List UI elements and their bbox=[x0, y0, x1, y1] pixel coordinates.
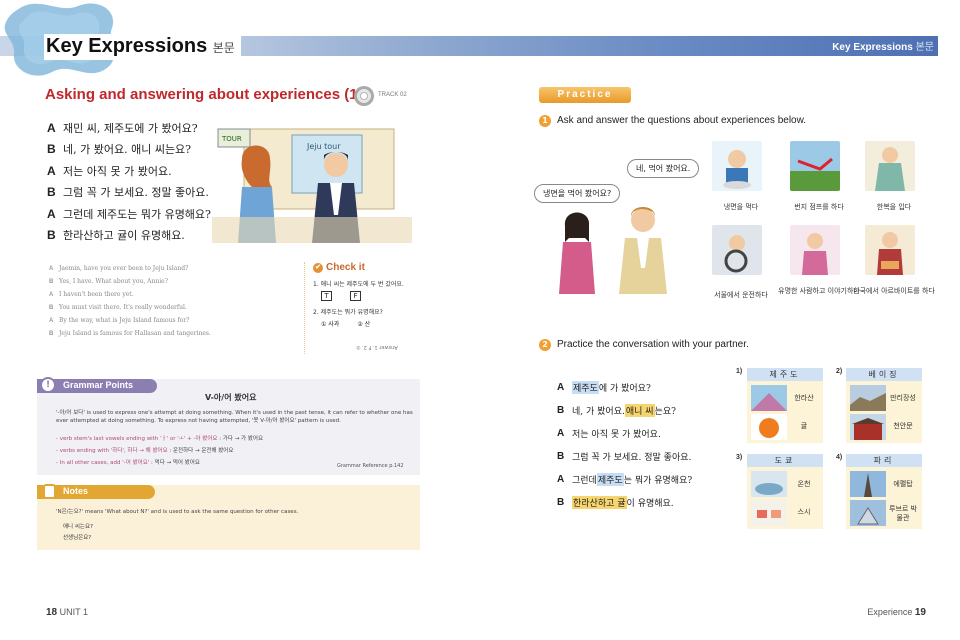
translation-line: B Yes, I have. What about you, Annie? bbox=[49, 278, 168, 285]
grammar-heading: V-아/어 봤어요 bbox=[205, 393, 257, 402]
eiffel-tower-image bbox=[850, 471, 886, 497]
checkmark-icon: ✔ bbox=[313, 262, 323, 273]
activity-label: 서울에서 운전하다 bbox=[714, 291, 768, 299]
translation-line: AI haven't been there yet. bbox=[49, 291, 134, 298]
translation-line: B You must visit there. It's really wonde… bbox=[49, 304, 187, 311]
hot-spring-image bbox=[751, 471, 787, 497]
panel-place: 파리 bbox=[846, 454, 922, 467]
step-2-badge: 2 bbox=[539, 339, 551, 351]
grammar-label: Grammar Points bbox=[63, 380, 134, 390]
activity-label: 한복을 입다 bbox=[876, 203, 912, 211]
activity-label: 냉면을 먹다 bbox=[723, 203, 759, 211]
panel-beijing: 베이징 만리장성 천안문 bbox=[846, 368, 922, 443]
translation-line: A Jaemin, have you ever been to Jeju Isla… bbox=[49, 265, 189, 272]
lightbulb-icon: ! bbox=[40, 377, 56, 393]
false-option[interactable]: F bbox=[350, 291, 361, 301]
english-translation: A Jaemin, have you ever been to Jeju Isla… bbox=[49, 262, 289, 340]
tiananmen-image bbox=[850, 414, 886, 440]
activity-label: 한국에서 아르바이트를 하다 bbox=[853, 287, 935, 295]
notes-example: 선생님은요? bbox=[63, 535, 92, 541]
check-question-1: 1. 애니 씨는 제주도에 두 번 갔어요. bbox=[313, 281, 404, 288]
pair-line: B 네, 가 봤어요. 애니 씨 는요? bbox=[557, 404, 676, 417]
grammar-explanation: '-아/어 보다' is used to express one's attem… bbox=[56, 410, 413, 424]
notepad-icon bbox=[43, 484, 56, 499]
panel-number: 3) bbox=[736, 454, 743, 461]
check-options-1: T F bbox=[313, 291, 420, 301]
panel-item: 루브르 박물관 bbox=[889, 505, 917, 522]
panel-number: 1) bbox=[736, 368, 743, 375]
panel-tokyo: 도쿄 온천 스시 bbox=[747, 454, 823, 529]
panel-item: 온천 bbox=[797, 480, 811, 488]
svg-text:TOUR: TOUR bbox=[221, 135, 242, 143]
check-it-title: ✔ Check it bbox=[313, 262, 420, 273]
louvre-image bbox=[850, 500, 886, 526]
svg-text:Jeju tour: Jeju tour bbox=[306, 142, 341, 151]
practice-instruction-2: Practice the conversation with your part… bbox=[557, 339, 749, 350]
grammar-points-box: ! Grammar Points V-아/어 봤어요 '-아/어 보다' is … bbox=[37, 377, 420, 475]
panel-item: 에펠탑 bbox=[893, 480, 913, 488]
option-mountain[interactable]: ② 산 bbox=[357, 319, 370, 328]
panel-item: 귤 bbox=[800, 422, 808, 430]
practice-tag: Practice bbox=[539, 87, 631, 103]
speech-bubble-answer: 네, 먹어 봤어요. bbox=[627, 159, 700, 178]
tangerine-image bbox=[751, 414, 787, 440]
panel-place: 도쿄 bbox=[747, 454, 823, 467]
translation-line: B Jeju Island is famous for Hallasan and … bbox=[49, 330, 211, 337]
driving-seoul-image bbox=[712, 225, 762, 275]
hanbok-image bbox=[865, 141, 915, 191]
bungee-jump-image bbox=[790, 141, 840, 191]
two-people-illustration bbox=[559, 207, 667, 294]
grammar-rule: - verbs ending with '하다', 하다 → 해 봤어요 : 운… bbox=[56, 448, 234, 454]
grammar-reference: Grammar Reference p.142 bbox=[337, 463, 404, 469]
panel-place: 제주도 bbox=[747, 368, 823, 381]
lesson-title: Asking and answering about experiences (… bbox=[45, 86, 363, 103]
eating-naengmyeon-image bbox=[712, 141, 762, 191]
pair-dialog: A 제주도 에 가 봤어요? B 네, 가 봤어요. 애니 씨 는요? A 저는 아직 못… bbox=[557, 376, 729, 514]
practice-instruction-1: Ask and answer the questions about exper… bbox=[557, 115, 807, 126]
panel-item: 만리장성 bbox=[890, 394, 916, 402]
page-header-title: Key Expressions 본문 bbox=[44, 34, 241, 60]
great-wall-image bbox=[850, 385, 886, 411]
sushi-image bbox=[751, 500, 787, 526]
page-header-right: Key Expressions 본문 bbox=[832, 42, 934, 53]
page-number-left: 18 UNIT 1 bbox=[46, 607, 88, 618]
notes-label: Notes bbox=[63, 486, 89, 496]
panel-place: 베이징 bbox=[846, 368, 922, 381]
panel-paris: 파리 에펠탑 루브르 박물관 bbox=[846, 454, 922, 529]
option-apple[interactable]: ① 사과 bbox=[321, 319, 339, 328]
panel-item: 천안문 bbox=[893, 422, 913, 430]
translation-line: A By the way, what is Jeju Island famous … bbox=[49, 317, 190, 324]
pair-line: B 한라산하고 귤이 유명해요. bbox=[557, 496, 674, 509]
panel-item: 한라산 bbox=[794, 394, 814, 402]
panel-jeju: 제주도 한라산 귤 bbox=[747, 368, 823, 443]
hallasan-image bbox=[751, 385, 787, 411]
check-question-2: 2. 제주도는 뭐가 유명해요? bbox=[313, 309, 383, 316]
answer-key: Answer 1. F 2. ② bbox=[356, 344, 398, 350]
travel-agency-illustration: Jeju tour TOUR bbox=[212, 128, 412, 243]
check-options-2: ① 사과 ② 산 bbox=[313, 319, 420, 328]
true-option[interactable]: T bbox=[321, 291, 332, 301]
panel-number: 2) bbox=[836, 368, 843, 375]
grammar-rule: - verb stem's last vowels ending with 'ㅏ… bbox=[56, 436, 264, 442]
notes-explanation: 'N은/는요?' means 'What about N?' and is us… bbox=[56, 509, 299, 515]
pair-line: A 제주도 에 가 봤어요? bbox=[557, 381, 651, 394]
check-it-box: ✔ Check it 1. 애니 씨는 제주도에 두 번 갔어요. T F 2.… bbox=[304, 262, 420, 354]
notes-example: 애니 씨는요? bbox=[63, 524, 93, 530]
part-time-job-image bbox=[865, 225, 915, 275]
cd-audio-icon[interactable] bbox=[354, 86, 374, 106]
step-1-badge: 1 bbox=[539, 115, 551, 127]
panel-number: 4) bbox=[836, 454, 843, 461]
celebrity-talk-image bbox=[790, 225, 840, 275]
grammar-rule: - In all other cases, add '-어 봤어요' : 먹다 … bbox=[56, 460, 200, 466]
pair-line: A 저는 아직 못 가 봤어요. bbox=[557, 428, 661, 440]
pair-line: A 그런데 제주도 는 뭐가 유명해요? bbox=[557, 473, 693, 486]
page-number-right: Experience 19 bbox=[867, 607, 926, 618]
notes-box: Notes 'N은/는요?' means 'What about N?' and… bbox=[37, 484, 420, 550]
track-label: TRACK 02 bbox=[378, 92, 407, 98]
panel-item: 스시 bbox=[797, 508, 811, 516]
pair-line: B 그럼 꼭 가 보세요. 정말 좋아요. bbox=[557, 451, 692, 463]
